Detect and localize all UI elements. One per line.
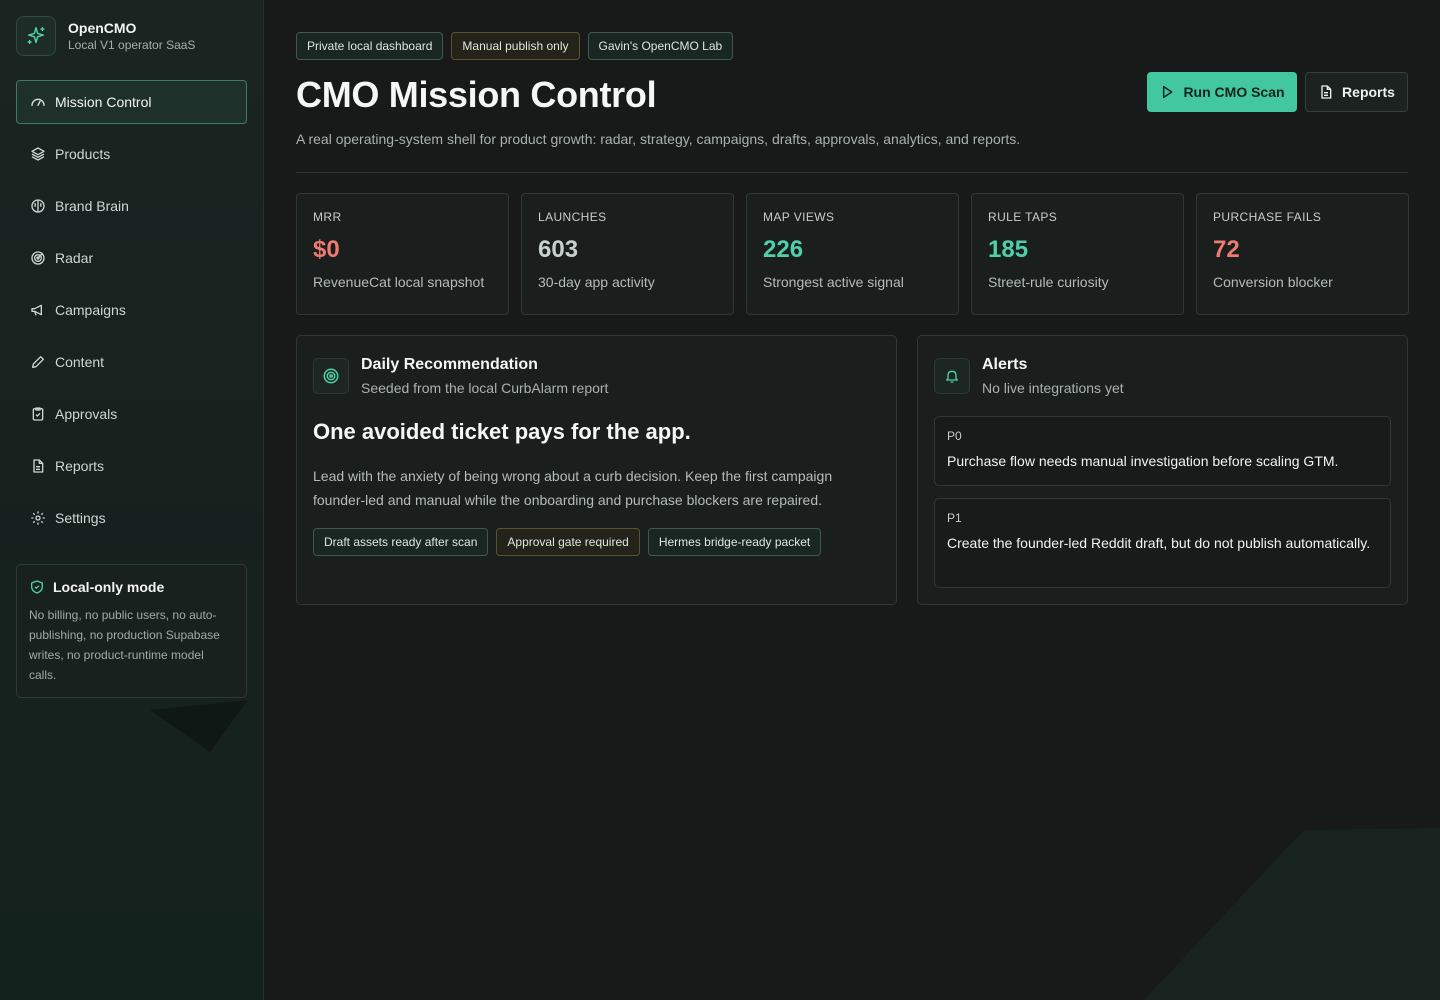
local-only-mode-card: Local-only mode No billing, no public us… [16,564,247,698]
recommendation-body: Lead with the anxiety of being wrong abo… [313,468,833,508]
kpi-row: MRR $0 RevenueCat local snapshot LAUNCHE… [296,193,1409,315]
sidebar-item-label: Mission Control [55,94,152,110]
kpi-label: MRR [313,210,342,224]
chip-manual-publish: Manual publish only [451,32,580,60]
sidebar: OpenCMO Local V1 operator SaaS Mission C… [0,0,264,1000]
app-root: OpenCMO Local V1 operator SaaS Mission C… [0,0,1440,1000]
clipboard-check-icon [29,405,47,423]
local-mode-description: No billing, no public users, no auto-pub… [29,608,220,682]
kpi-value: $0 [313,236,340,263]
layers-icon [29,145,47,163]
kpi-note: RevenueCat local snapshot [313,274,485,290]
sidebar-item-approvals[interactable]: Approvals [16,392,247,436]
reports-button-label: Reports [1342,84,1395,100]
alert-priority: P0 [947,429,962,443]
page-description: A real operating-system shell for produc… [296,131,1021,147]
local-mode-title: Local-only mode [53,579,165,595]
megaphone-icon [29,301,47,319]
kpi-note: Conversion blocker [1213,274,1333,290]
shield-check-icon [29,579,45,595]
alert-item[interactable]: P1 Create the founder-led Reddit draft, … [934,498,1391,588]
sidebar-item-campaigns[interactable]: Campaigns [16,288,247,332]
kpi-value: 185 [988,236,1029,263]
recommendation-title: Daily Recommendation [361,356,538,373]
sidebar-item-label: Products [55,146,111,162]
target-icon [313,358,349,394]
recommendation-chips: Draft assets ready after scan Approval g… [313,528,829,556]
gauge-icon [29,93,47,111]
play-icon [1159,84,1175,100]
kpi-card-launches: LAUNCHES 603 30-day app activity [521,193,734,315]
file-text-icon [1318,84,1334,100]
chip-draft-assets: Draft assets ready after scan [313,528,489,556]
radar-icon [29,249,47,267]
sidebar-item-brand-brain[interactable]: Brand Brain [16,184,247,228]
kpi-value: 603 [538,236,579,263]
sidebar-item-label: Content [55,354,105,370]
brain-icon [29,197,47,215]
sidebar-item-label: Reports [55,458,105,474]
alerts-card: Alerts No live integrations yet P0 Purch… [917,335,1408,605]
bell-icon [934,358,970,394]
sidebar-item-label: Approvals [55,406,118,422]
brand-name: OpenCMO [68,20,137,36]
daily-recommendation-card: Daily Recommendation Seeded from the loc… [296,335,897,605]
chip-workspace: Gavin's OpenCMO Lab [587,32,734,60]
main-content: Private local dashboard Manual publish o… [264,0,1440,1000]
recommendation-headline: One avoided ticket pays for the app. [313,419,691,444]
sidebar-item-mission-control[interactable]: Mission Control [16,80,247,124]
pen-icon [29,353,47,371]
kpi-label: RULE TAPS [988,210,1058,224]
kpi-card-rule-taps: RULE TAPS 185 Street-rule curiosity [971,193,1184,315]
chip-hermes-bridge: Hermes bridge-ready packet [647,528,822,556]
sidebar-item-content[interactable]: Content [16,340,247,384]
alerts-subtitle: No live integrations yet [982,380,1124,396]
alert-text: Purchase flow needs manual investigation… [947,453,1339,469]
header-divider [296,172,1408,173]
kpi-card-map-views: MAP VIEWS 226 Strongest active signal [746,193,959,315]
brand-subtitle: Local V1 operator SaaS [68,38,196,52]
main-background-decoration [1144,828,1440,1000]
sidebar-item-products[interactable]: Products [16,132,247,176]
sidebar-item-label: Brand Brain [55,198,129,214]
kpi-value: 226 [763,236,804,263]
file-text-icon [29,457,47,475]
kpi-value: 72 [1213,236,1240,263]
sparkle-logo-icon [16,16,56,56]
chip-approval-gate: Approval gate required [496,528,640,556]
run-cmo-scan-label: Run CMO Scan [1183,84,1285,100]
recommendation-subtitle: Seeded from the local CurbAlarm report [361,380,609,396]
brand[interactable]: OpenCMO Local V1 operator SaaS [16,16,195,56]
gear-icon [29,509,47,527]
kpi-note: 30-day app activity [538,274,655,290]
header-chips: Private local dashboard Manual publish o… [296,32,741,60]
run-cmo-scan-button[interactable]: Run CMO Scan [1147,72,1297,112]
sidebar-nav: Mission Control Products Brand Brain Rad… [16,80,247,548]
kpi-card-purchase-fails: PURCHASE FAILS 72 Conversion blocker [1196,193,1409,315]
kpi-note: Strongest active signal [763,274,904,290]
sidebar-item-label: Campaigns [55,302,126,318]
sidebar-item-settings[interactable]: Settings [16,496,247,540]
sidebar-item-label: Radar [55,250,94,266]
chip-private-dashboard: Private local dashboard [296,32,444,60]
alerts-title: Alerts [982,356,1028,373]
sidebar-item-reports[interactable]: Reports [16,444,247,488]
page-title: CMO Mission Control [296,74,657,115]
kpi-note: Street-rule curiosity [988,274,1109,290]
kpi-label: LAUNCHES [538,210,607,224]
alert-item[interactable]: P0 Purchase flow needs manual investigat… [934,416,1391,486]
alert-text: Create the founder-led Reddit draft, but… [947,535,1371,551]
reports-button[interactable]: Reports [1305,72,1408,112]
kpi-card-mrr: MRR $0 RevenueCat local snapshot [296,193,509,315]
sidebar-item-radar[interactable]: Radar [16,236,247,280]
kpi-label: PURCHASE FAILS [1213,210,1322,224]
kpi-label: MAP VIEWS [763,210,835,224]
sidebar-item-label: Settings [55,510,106,526]
alert-priority: P1 [947,511,962,525]
